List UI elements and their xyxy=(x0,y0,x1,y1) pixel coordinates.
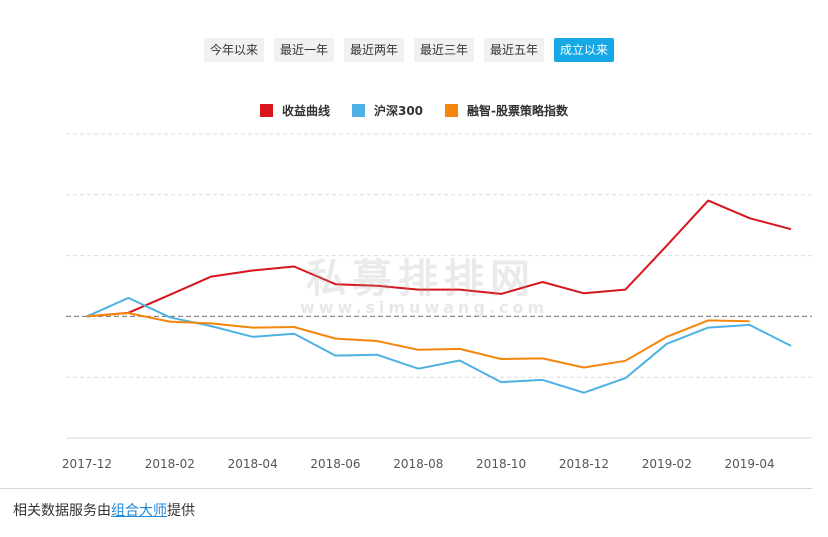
chart-page: 今年以来 最近一年 最近两年 最近三年 最近五年 成立以来 收益曲线 沪深300… xyxy=(0,0,828,537)
x-tick-label: 2018-04 xyxy=(228,457,278,471)
x-tick-label: 2018-08 xyxy=(393,457,443,471)
x-tick-label: 2018-02 xyxy=(145,457,195,471)
watermark-url-text: www.simuwang.com xyxy=(300,298,549,317)
x-tick-label: 2018-06 xyxy=(310,457,360,471)
x-axis-ticks: 2017-12 2018-02 2018-04 2018-06 2018-08 2018-… xyxy=(62,457,775,471)
footer-prefix: 相关数据服务由 xyxy=(13,503,111,519)
x-tick-label: 2019-04 xyxy=(725,457,775,471)
footer-note: 相关数据服务由组合大师提供 xyxy=(13,500,195,520)
footer-link-portfolio-master[interactable]: 组合大师 xyxy=(111,503,167,519)
x-tick-label: 2017-12 xyxy=(62,457,112,471)
footer-suffix: 提供 xyxy=(167,503,195,519)
x-tick-label: 2018-12 xyxy=(559,457,609,471)
divider xyxy=(0,488,812,489)
watermark-logo-text: 私募排排网 xyxy=(306,256,536,302)
x-tick-label: 2018-10 xyxy=(476,457,526,471)
x-tick-label: 2019-02 xyxy=(642,457,692,471)
